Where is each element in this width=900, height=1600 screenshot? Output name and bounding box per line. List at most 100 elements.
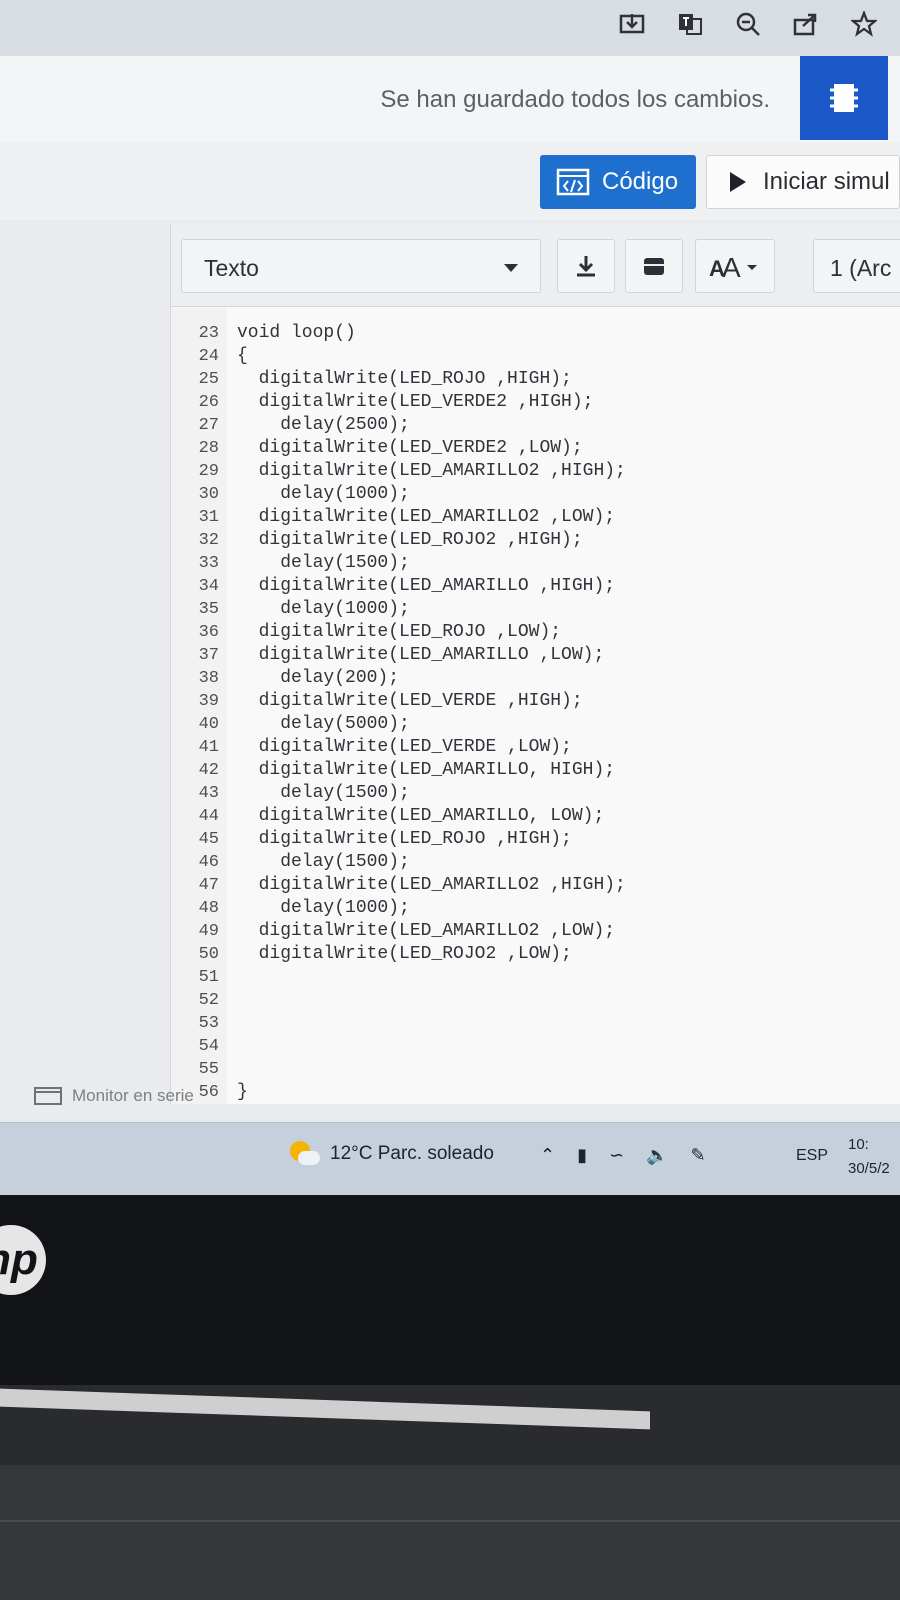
editor-mode-toolbar: Código Iniciar simul (0, 142, 900, 220)
code-text: delay(1000); (237, 484, 410, 504)
keyboard-deck (0, 1465, 900, 1600)
line-number: 40 (198, 715, 219, 734)
line-number: 29 (198, 462, 219, 481)
system-clock[interactable]: 10: 30/5/2 (848, 1133, 890, 1181)
windows-taskbar: 12°C Parc. soleado ⌃ ▮ ∽ 🔈 ✎ ESP 10: 30/… (0, 1122, 900, 1195)
hp-logo-text: hp (0, 1235, 38, 1284)
editor-mode-select[interactable]: Texto (181, 239, 541, 293)
line-number: 26 (198, 393, 219, 412)
circuit-chip-icon (830, 84, 858, 112)
app-logo[interactable] (800, 56, 888, 140)
code-button[interactable]: Código (540, 155, 696, 209)
editor-toolbar: Texto AA 1 (Arc (171, 224, 900, 307)
bookmark-star-icon[interactable] (846, 6, 882, 42)
line-number: 23 (198, 324, 219, 343)
chevron-up-icon[interactable]: ⌃ (540, 1145, 555, 1166)
library-icon (644, 258, 664, 275)
code-text: { (237, 346, 248, 366)
weather-text: 12°C Parc. soleado (330, 1143, 494, 1164)
line-number: 25 (198, 370, 219, 389)
line-number: 52 (198, 991, 219, 1010)
start-simulation-button[interactable]: Iniciar simul (706, 155, 900, 209)
code-area[interactable]: 23 void loop() 24 {25 digitalWrite(LED_ROJO… (171, 308, 900, 1104)
line-number: 38 (198, 669, 219, 688)
chevron-down-icon (504, 264, 518, 272)
code-text: delay(5000); (237, 714, 410, 734)
start-simulation-label: Iniciar simul (763, 168, 890, 195)
code-text: digitalWrite(LED_VERDE2 ,LOW); (237, 438, 583, 458)
line-number: 54 (198, 1037, 219, 1056)
code-text: delay(1500); (237, 852, 410, 872)
code-text: digitalWrite(LED_ROJO ,HIGH); (237, 829, 572, 849)
line-number: 37 (198, 646, 219, 665)
code-text: digitalWrite(LED_AMARILLO ,LOW); (237, 645, 605, 665)
serial-port-value: 1 (Arc (830, 255, 892, 281)
line-number: 34 (198, 577, 219, 596)
download-code-button[interactable] (557, 239, 615, 293)
share-icon[interactable] (788, 6, 824, 42)
line-number: 45 (198, 830, 219, 849)
code-text: } (237, 1082, 248, 1102)
code-text: digitalWrite(LED_AMARILLO2 ,LOW); (237, 921, 616, 941)
editor-mode-value: Texto (204, 255, 259, 281)
code-text: digitalWrite(LED_AMARILLO ,HIGH); (237, 576, 616, 596)
code-text: digitalWrite(LED_VERDE ,HIGH); (237, 691, 583, 711)
line-number: 49 (198, 922, 219, 941)
line-number: 47 (198, 876, 219, 895)
code-text: digitalWrite(LED_ROJO ,LOW); (237, 622, 562, 642)
font-size-icon: AA (709, 252, 757, 280)
code-editor-panel: Texto AA 1 (Arc 23 void loop() 24 {25 digit… (170, 224, 900, 1104)
line-number: 32 (198, 531, 219, 550)
line-number: 30 (198, 485, 219, 504)
code-text: delay(1500); (237, 553, 410, 573)
wifi-icon[interactable]: ∽ (609, 1145, 624, 1166)
partly-sunny-icon (290, 1141, 320, 1167)
weather-widget[interactable]: 12°C Parc. soleado (290, 1141, 494, 1167)
serial-monitor-button[interactable]: Monitor en serie (34, 1086, 194, 1106)
line-number: 42 (198, 761, 219, 780)
line-number: 55 (198, 1060, 219, 1079)
line-number: 43 (198, 784, 219, 803)
line-number: 50 (198, 945, 219, 964)
app-header: Se han guardado todos los cambios. (0, 56, 900, 143)
line-number: 39 (198, 692, 219, 711)
font-size-button[interactable]: AA (695, 239, 775, 293)
code-text: digitalWrite(LED_VERDE ,LOW); (237, 737, 572, 757)
input-language[interactable]: ESP (796, 1147, 828, 1165)
zoom-icon[interactable] (730, 6, 766, 42)
code-window-icon (556, 168, 590, 196)
code-text: digitalWrite(LED_ROJO2 ,HIGH); (237, 530, 583, 550)
browser-actions (614, 6, 882, 42)
line-number: 24 (198, 347, 219, 366)
line-number: 27 (198, 416, 219, 435)
code-text: delay(1500); (237, 783, 410, 803)
battery-icon[interactable]: ▮ (577, 1145, 587, 1166)
line-number: 31 (198, 508, 219, 527)
line-number: 35 (198, 600, 219, 619)
laptop-bezel (0, 1195, 900, 1385)
code-text: digitalWrite(LED_ROJO ,HIGH); (237, 369, 572, 389)
clock-time: 10: (848, 1136, 869, 1153)
system-tray: ⌃ ▮ ∽ 🔈 ✎ (540, 1145, 706, 1166)
serial-monitor-icon (34, 1087, 62, 1105)
install-icon[interactable] (614, 6, 650, 42)
line-number: 36 (198, 623, 219, 642)
pen-icon[interactable]: ✎ (691, 1145, 706, 1166)
code-text: digitalWrite(LED_AMARILLO2 ,HIGH); (237, 461, 626, 481)
line-number: 33 (198, 554, 219, 573)
keyboard-edge (0, 1520, 900, 1522)
line-number: 41 (198, 738, 219, 757)
volume-muted-icon[interactable]: 🔈 (646, 1145, 668, 1166)
line-number: 44 (198, 807, 219, 826)
clock-date: 30/5/2 (848, 1160, 890, 1177)
serial-port-select[interactable]: 1 (Arc (813, 239, 900, 293)
serial-monitor-label: Monitor en serie (72, 1086, 194, 1105)
line-number: 53 (198, 1014, 219, 1033)
code-text: digitalWrite(LED_AMARILLO, LOW); (237, 806, 605, 826)
translate-icon[interactable] (672, 6, 708, 42)
libraries-button[interactable] (625, 239, 683, 293)
code-text: void loop() (237, 323, 356, 343)
code-text: digitalWrite(LED_AMARILLO2 ,LOW); (237, 507, 616, 527)
code-text: digitalWrite(LED_ROJO2 ,LOW); (237, 944, 572, 964)
save-status: Se han guardado todos los cambios. (380, 86, 770, 113)
